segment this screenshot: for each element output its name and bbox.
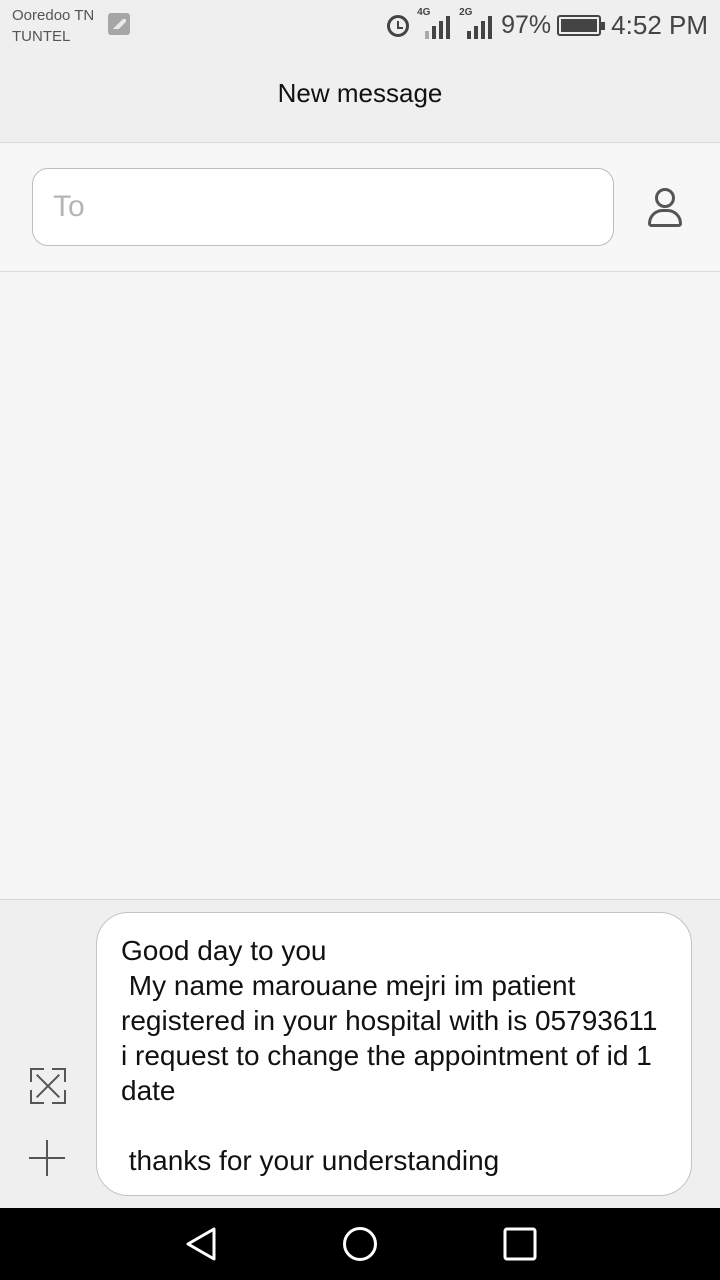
recipient-field-wrapper (32, 168, 614, 246)
message-input[interactable]: Good day to you My name marouane mejri i… (96, 912, 692, 1196)
home-icon[interactable] (342, 1226, 378, 1262)
battery-percent: 97% (501, 10, 552, 39)
message-thread-area (0, 273, 720, 899)
signal-icon-4g: 4G (417, 7, 453, 41)
recipient-input[interactable] (33, 169, 613, 245)
expand-icon[interactable] (30, 1068, 66, 1104)
navigation-bar (0, 1208, 720, 1280)
signal-icon-2g: 2G (459, 7, 495, 41)
status-icons: 4G 2G 97% 4:52 PM (385, 7, 708, 42)
page-title: New message (277, 78, 443, 108)
title-bar: New message (0, 50, 720, 143)
carrier-info: Ooredoo TN TUNTEL (12, 5, 94, 47)
message-text[interactable]: Good day to you My name marouane mejri i… (121, 933, 667, 1178)
carrier-primary: Ooredoo TN (12, 7, 95, 24)
plus-icon[interactable] (29, 1140, 65, 1176)
carrier-secondary: TUNTEL (12, 28, 71, 45)
alarm-icon (385, 12, 411, 38)
battery-icon (557, 14, 606, 36)
person-icon[interactable] (646, 188, 684, 230)
gallery-icon (108, 13, 130, 35)
recent-apps-icon[interactable] (503, 1227, 537, 1261)
back-icon[interactable] (184, 1226, 220, 1262)
compose-bar: Good day to you My name marouane mejri i… (0, 899, 720, 1208)
status-bar: Ooredoo TN TUNTEL 4G 2G 97% 4:52 PM (0, 0, 720, 50)
clock: 4:52 PM (611, 9, 708, 40)
recipient-row (0, 144, 720, 272)
